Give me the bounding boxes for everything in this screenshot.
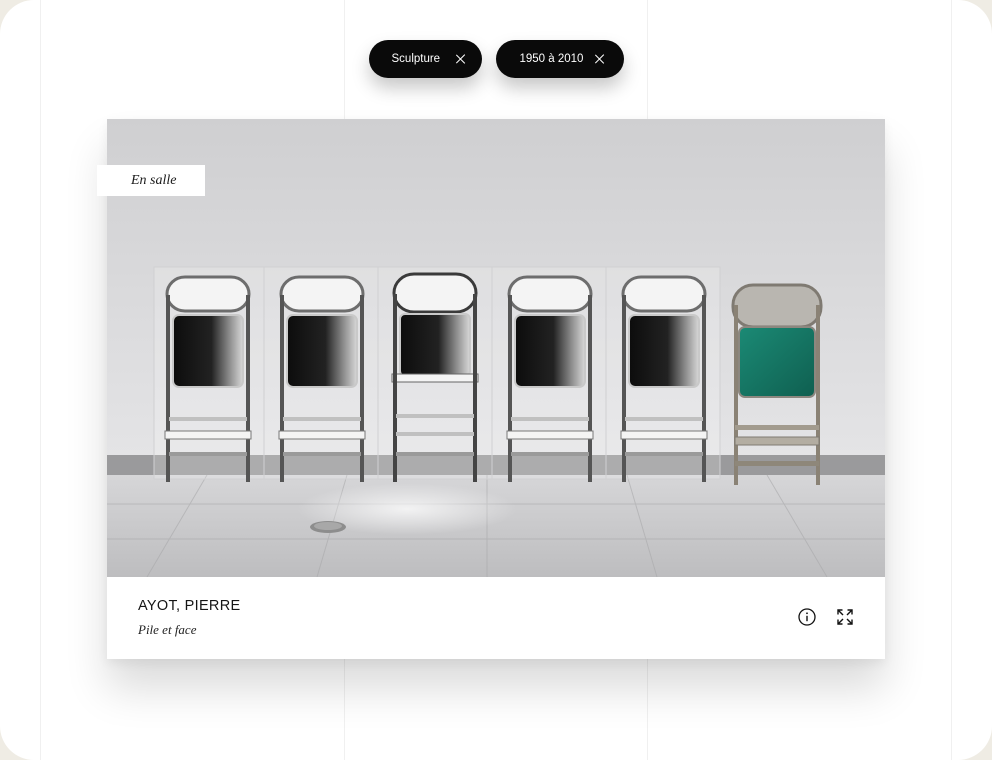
filter-chip-sculpture[interactable]: Sculpture: [368, 40, 482, 78]
artwork-card[interactable]: En salle AYOT, PIERRE Pile et face: [97, 119, 885, 659]
status-badge: En salle: [97, 165, 205, 196]
app-frame: Sculpture 1950 à 2010 En salle AYOT, PIE…: [0, 0, 992, 760]
fullscreen-icon: [837, 609, 853, 625]
info-button[interactable]: [797, 607, 817, 627]
close-icon[interactable]: [456, 54, 466, 64]
grid-guide: [40, 0, 41, 760]
screen: Sculpture 1950 à 2010 En salle AYOT, PIE…: [0, 0, 992, 760]
filter-chip-label: 1950 à 2010: [519, 53, 584, 65]
artwork-title[interactable]: Pile et face: [138, 622, 196, 638]
fullscreen-button[interactable]: [835, 607, 855, 627]
info-icon: [798, 608, 816, 626]
filter-chip-period[interactable]: 1950 à 2010: [495, 40, 624, 78]
grid-guide: [951, 0, 952, 760]
artist-name[interactable]: AYOT, PIERRE: [138, 598, 240, 614]
active-filters: Sculpture 1950 à 2010: [0, 40, 992, 78]
artwork-image[interactable]: [107, 119, 885, 577]
filter-chip-label: Sculpture: [391, 53, 441, 65]
artwork-caption: AYOT, PIERRE Pile et face: [107, 577, 885, 659]
close-icon[interactable]: [595, 54, 605, 64]
